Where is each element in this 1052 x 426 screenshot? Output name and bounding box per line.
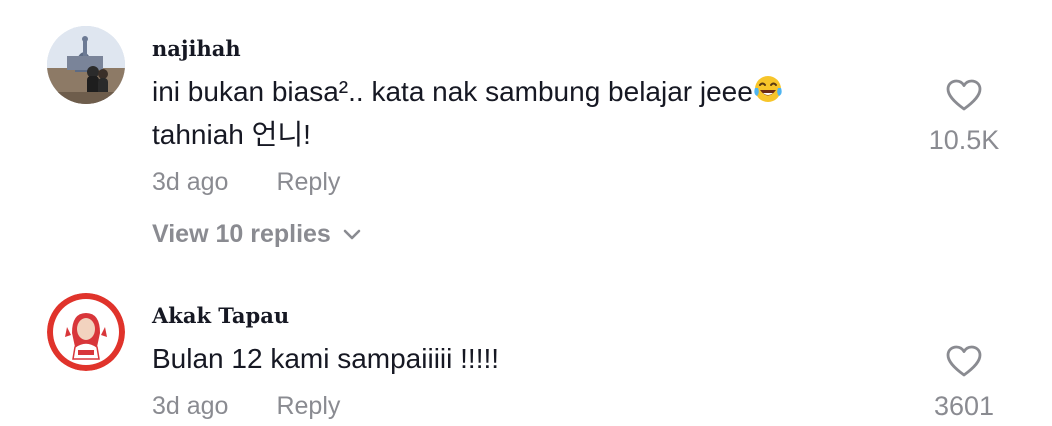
heart-icon[interactable]: [904, 344, 1024, 383]
comment-text: ini bukan biasa².. kata nak sambung bela…: [152, 70, 882, 156]
avatar[interactable]: [47, 26, 125, 104]
like-area: 3601: [904, 344, 1024, 422]
comment-time: 3d ago: [152, 392, 229, 420]
comment-meta: 3d ago Reply: [152, 392, 340, 421]
reply-button[interactable]: Reply: [276, 168, 340, 196]
like-count: 10.5K: [928, 125, 1000, 155]
chevron-down-icon: [343, 219, 361, 248]
comment-item: najihah ini bukan biasa².. kata nak samb…: [0, 0, 1052, 270]
like-area: 10.5K: [904, 78, 1024, 156]
username[interactable]: najihah: [152, 36, 241, 61]
heart-icon[interactable]: [904, 78, 1024, 117]
comment-time: 3d ago: [152, 168, 229, 196]
comment-text-line: ini bukan biasa².. kata nak sambung bela…: [152, 76, 753, 107]
view-replies-label: View 10 replies: [152, 220, 331, 248]
avatar-image: [47, 293, 125, 371]
avatar-image: [47, 26, 125, 104]
comment-text-line: Bulan 12 kami sampaiiiii !!!!!: [152, 343, 500, 374]
comment-text-line: tahniah 언니!: [152, 119, 311, 150]
avatar[interactable]: [47, 293, 125, 371]
like-count: 3601: [933, 391, 995, 421]
face-with-tears-of-joy-icon: [753, 73, 783, 103]
view-replies-button[interactable]: View 10 replies: [152, 220, 361, 250]
comment-text: Bulan 12 kami sampaiiiii !!!!!: [152, 337, 882, 380]
comment-item: Akak Tapau Bulan 12 kami sampaiiiii !!!!…: [0, 270, 1052, 426]
reply-button[interactable]: Reply: [276, 392, 340, 420]
comment-meta: 3d ago Reply: [152, 168, 340, 197]
username[interactable]: Akak Tapau: [152, 303, 289, 328]
